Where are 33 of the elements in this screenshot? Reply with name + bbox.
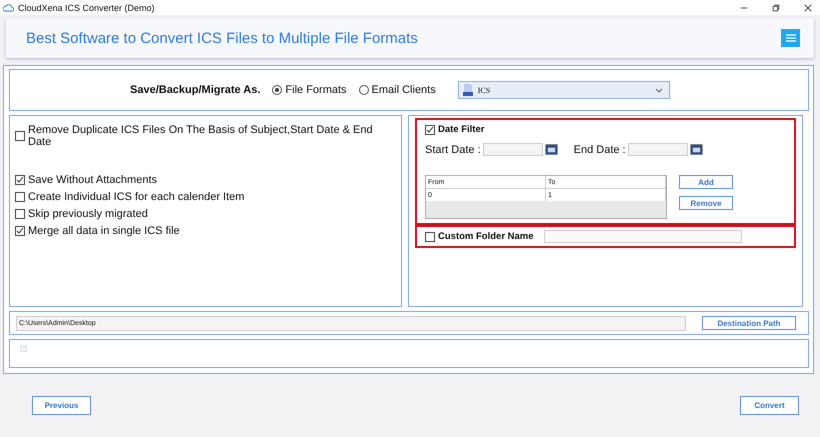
save-as-label: Save/Backup/Migrate As. bbox=[130, 84, 260, 96]
destination-path-button[interactable]: Destination Path bbox=[702, 316, 796, 330]
option-checkbox[interactable]: Save Without Attachments bbox=[15, 174, 396, 186]
date-filter-checkbox[interactable]: Date Filter bbox=[425, 124, 786, 135]
option-checkbox[interactable]: Create Individual ICS for each calender Item bbox=[15, 191, 396, 203]
end-date-label: End Date : bbox=[574, 144, 626, 156]
calendar-icon[interactable] bbox=[544, 144, 558, 155]
option-checkbox[interactable]: Skip previously migrated bbox=[15, 208, 396, 220]
radio-label: Email Clients bbox=[372, 84, 436, 96]
menu-icon bbox=[786, 34, 796, 42]
menu-button[interactable] bbox=[781, 29, 800, 47]
format-radio[interactable]: File Formats bbox=[272, 84, 347, 96]
date-field[interactable] bbox=[482, 143, 543, 156]
nav-button[interactable]: Previous bbox=[32, 396, 91, 415]
start-date-label: Start Date : bbox=[425, 144, 481, 156]
calendar-icon[interactable] bbox=[690, 144, 703, 155]
format-dropdown[interactable]: ICS bbox=[458, 81, 670, 99]
close-icon[interactable] bbox=[804, 4, 812, 12]
file-icon bbox=[462, 84, 473, 96]
restore-icon[interactable] bbox=[772, 4, 780, 12]
chevron-down-icon bbox=[654, 88, 663, 92]
option-checkbox[interactable]: Remove Duplicate ICS Files On The Basis of Subject,Start Date & End Date bbox=[15, 124, 396, 148]
table-button[interactable]: Remove bbox=[679, 196, 733, 210]
radio-label: File Formats bbox=[285, 84, 347, 96]
format-radio[interactable]: Email Clients bbox=[358, 84, 436, 96]
header-title: Best Software to Convert ICS Files to Multiple File Formats bbox=[26, 30, 419, 46]
nav-button[interactable]: Convert bbox=[740, 396, 799, 415]
option-checkbox[interactable]: Merge all data in single ICS file bbox=[15, 225, 396, 237]
window-title: CloudXena ICS Converter (Demo) bbox=[18, 2, 155, 12]
date-field[interactable] bbox=[628, 143, 688, 156]
cloud-icon bbox=[3, 4, 14, 12]
custom-folder-checkbox[interactable]: Custom Folder Name bbox=[425, 231, 534, 242]
table-button[interactable]: Add bbox=[679, 175, 733, 189]
